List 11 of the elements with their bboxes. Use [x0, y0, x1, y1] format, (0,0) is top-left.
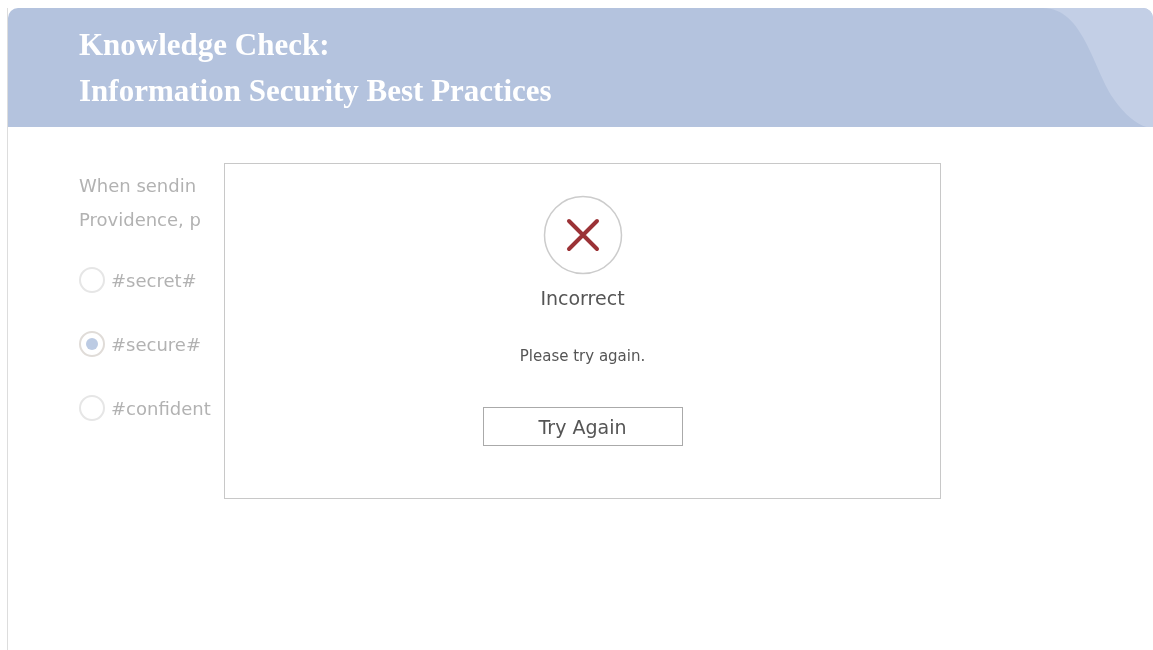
question-text: When sendin Providence, p — [79, 174, 201, 232]
option-label: #secure# — [111, 333, 201, 355]
option-label: #confident — [111, 397, 211, 419]
feedback-heading: Incorrect — [540, 287, 625, 309]
radio-button[interactable] — [79, 267, 105, 293]
option-label: #secret# — [111, 269, 197, 291]
radio-button[interactable] — [79, 331, 105, 357]
radio-button[interactable] — [79, 395, 105, 421]
feedback-message: Please try again. — [519, 347, 646, 365]
try-again-button[interactable]: Try Again — [482, 407, 683, 446]
page-title: Knowledge Check: Information Security Best Practices — [79, 26, 552, 110]
